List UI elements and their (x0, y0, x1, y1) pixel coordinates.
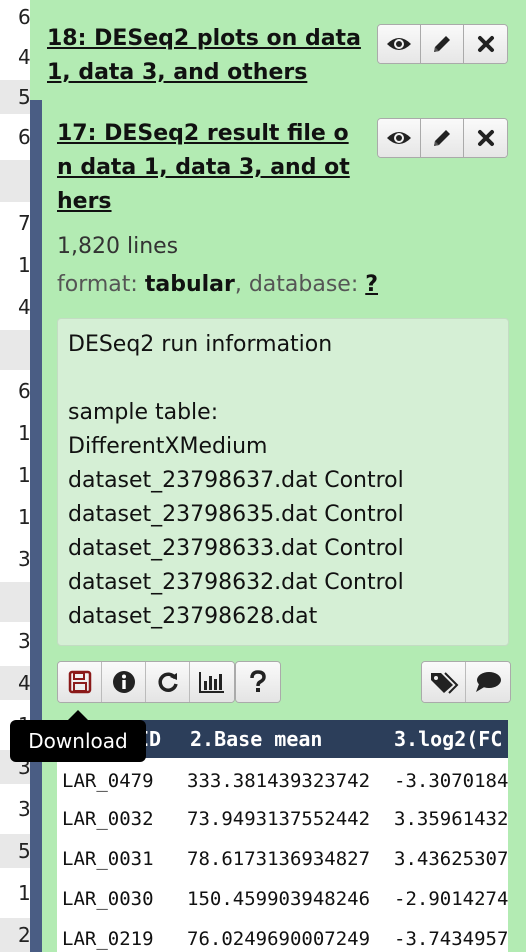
gutter-cell (0, 582, 30, 622)
item-17-state-bar (30, 100, 42, 952)
database-label: , database: (234, 272, 359, 297)
comment-icon[interactable] (466, 662, 510, 702)
gutter-cell: 1 (18, 421, 30, 445)
bar-chart-icon[interactable] (190, 662, 234, 702)
history-item-17-body: 17: DESeq2 result file o n data 1, data … (42, 100, 526, 952)
gutter-cell: 4 (18, 295, 30, 319)
gutter-cell: 7 (18, 211, 30, 235)
info-line: dataset_23798632.dat Control (68, 570, 404, 595)
table-cell: -3.3070184 (394, 770, 508, 792)
gutter-cell: 6 (18, 125, 30, 149)
line-count: 1,820 lines (57, 234, 179, 259)
gutter-cell: 4 (18, 45, 30, 69)
info-line: DESeq2 run information (68, 332, 333, 357)
table-cell: LAR_0032 (62, 808, 154, 830)
gutter-cell: 1 (18, 253, 30, 277)
gutter-cell: 5 (0, 80, 30, 114)
refresh-icon[interactable] (146, 662, 190, 702)
download-tooltip: Download (10, 720, 146, 762)
format-value: tabular (144, 272, 235, 297)
item-17-title-line2[interactable]: n data 1, data 3, and ot (57, 151, 350, 185)
table-row: LAR_0032 73.9493137552442 3.35961432 (57, 799, 508, 839)
table-cell: LAR_0030 (62, 888, 154, 910)
dataset-toolbar (57, 661, 235, 703)
table-cell: 150.459903948246 (187, 888, 371, 910)
history-item-17: 17: DESeq2 result file o n data 1, data … (30, 100, 526, 952)
info-icon[interactable] (102, 662, 146, 702)
table-cell: -2.9014274 (394, 888, 508, 910)
info-line: DifferentXMedium (68, 434, 268, 459)
item-18-title-line1[interactable]: 18: DESeq2 plots on data (47, 22, 361, 56)
tag-annotate-group (421, 661, 511, 703)
gutter-cell: 2 (0, 918, 30, 952)
left-gutter: 6 4 5 6 7 1 4 6 1 1 1 3 3 4 1 3 3 5 1 2 (0, 0, 30, 952)
format-label: format: (57, 272, 138, 297)
gutter-cell: 6 (18, 379, 30, 403)
gutter-cell: 4 (0, 666, 30, 700)
table-cell: 3.43625307 (394, 848, 508, 870)
pencil-icon[interactable] (421, 119, 464, 157)
item-17-title-line1[interactable]: 17: DESeq2 result file o (57, 117, 349, 151)
table-row: LAR_0031 78.6173136934827 3.43625307 (57, 839, 508, 879)
gutter-cell: 5 (0, 834, 30, 868)
info-line: dataset_23798633.dat Control (68, 536, 404, 561)
table-cell: 3.35961432 (394, 808, 508, 830)
eye-icon[interactable] (378, 119, 421, 157)
table-cell: 76.0249690007249 (187, 928, 371, 950)
dataset-info-box: DESeq2 run information sample table: Dif… (57, 318, 509, 646)
history-item-18: 18: DESeq2 plots on data 1, data 3, and … (30, 0, 526, 952)
table-cell: 73.9493137552442 (187, 808, 371, 830)
floppy-disk-icon[interactable] (58, 662, 102, 702)
table-row: LAR_0030 150.459903948246 -2.9014274 (57, 879, 508, 919)
gutter-cell (0, 160, 30, 202)
item-17-title-line3[interactable]: hers (57, 185, 112, 219)
table-cell: -3.7434957 (394, 928, 508, 950)
table-cell: LAR_0031 (62, 848, 154, 870)
info-line: dataset_23798628.dat (68, 604, 318, 629)
gutter-cell: 1 (18, 881, 30, 905)
item-18-title-line2[interactable]: 1, data 3, and others (47, 56, 307, 90)
tooltip-arrow (68, 710, 88, 720)
info-line: dataset_23798637.dat Control (68, 468, 404, 493)
close-icon[interactable] (464, 119, 507, 157)
table-row: LAR_0219 76.0249690007249 -3.7434957 (57, 919, 508, 952)
help-button-group (235, 661, 281, 703)
table-row: LAR_0479 333.381439323742 -3.3070184 (57, 761, 508, 801)
item-18-actions (377, 24, 508, 64)
database-value[interactable]: ? (365, 272, 378, 297)
column-header-log2fc: 3.log2(FC (394, 727, 503, 751)
gutter-cell: 1 (18, 463, 30, 487)
table-cell: 78.6173136934827 (187, 848, 371, 870)
item-17-actions (377, 118, 508, 158)
gutter-cell (0, 330, 30, 370)
tags-icon[interactable] (422, 662, 466, 702)
gutter-cell: 3 (18, 797, 30, 821)
history-item-18-header: 18: DESeq2 plots on data 1, data 3, and … (30, 0, 526, 100)
gutter-cell: 3 (18, 547, 30, 571)
question-icon[interactable] (236, 662, 280, 702)
gutter-cell: 1 (18, 505, 30, 529)
format-database-line: format: tabular, database: ? (57, 268, 378, 302)
close-icon[interactable] (464, 25, 507, 63)
info-line: sample table: (68, 400, 219, 425)
gutter-cell: 6 (18, 5, 30, 29)
table-cell: 333.381439323742 (187, 770, 371, 792)
table-cell: LAR_0219 (62, 928, 154, 950)
info-line: dataset_23798635.dat Control (68, 502, 404, 527)
eye-icon[interactable] (378, 25, 421, 63)
pencil-icon[interactable] (421, 25, 464, 63)
table-cell: LAR_0479 (62, 770, 154, 792)
column-header-base-mean: 2.Base mean (190, 727, 323, 751)
gutter-cell: 3 (18, 629, 30, 653)
